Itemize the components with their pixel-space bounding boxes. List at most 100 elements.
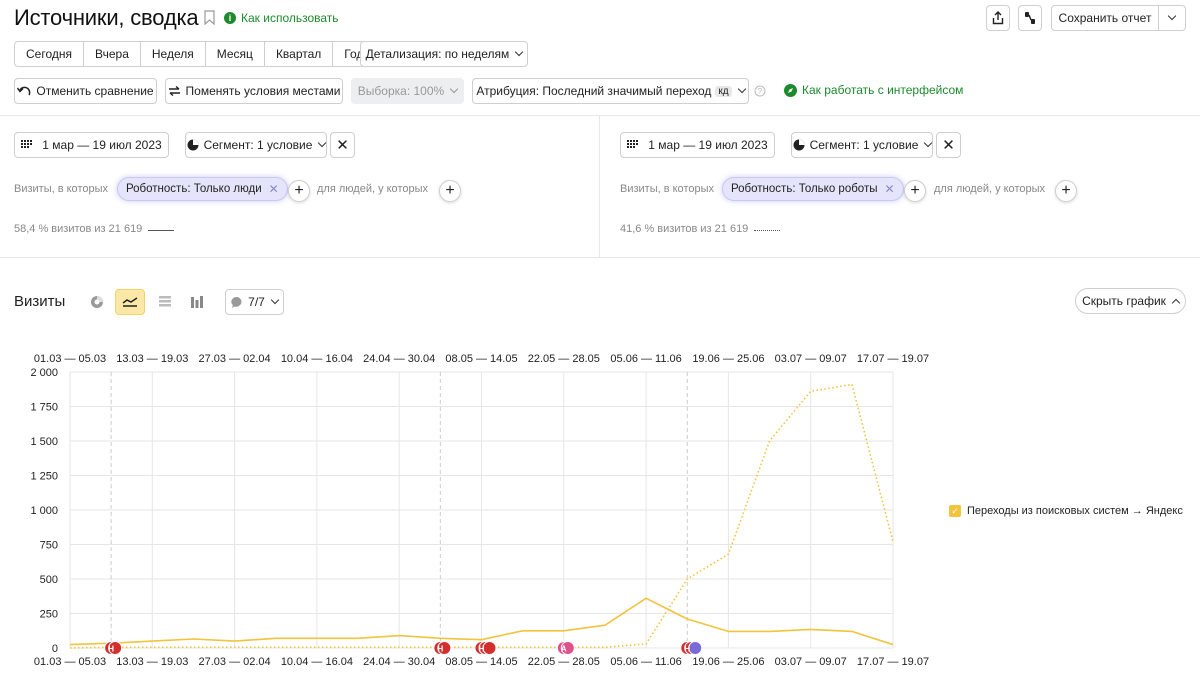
people-where-label: для людей, у которых [317,183,428,195]
plus-icon: + [294,182,304,199]
segment-divider [599,116,600,258]
people-where-label: для людей, у которых [934,183,1045,195]
plus-icon: + [445,182,455,199]
event-badge-label: Н [684,645,690,654]
api-icon [1025,12,1035,24]
interface-help-label: Как работать с интерфейсом [802,83,964,97]
divider [0,115,1200,116]
segment-label: Сегмент: 1 условие [203,138,313,152]
save-report-button[interactable]: Сохранить отчет [1051,5,1159,31]
chevron-down-icon [737,84,746,94]
share-button[interactable] [986,5,1010,31]
period-yesterday[interactable]: Вчера [84,42,141,66]
add-visit-condition-button[interactable]: + [904,180,926,202]
y-tick-label: 0 [52,643,58,655]
cancel-compare-button[interactable]: Отменить сравнение [14,78,157,104]
segment1-clear-button[interactable]: ✕ [330,132,355,158]
segment1-select[interactable]: Сегмент: 1 условие [185,132,327,158]
chip-label: Роботность: Только люди [126,183,262,195]
period-week[interactable]: Неделя [141,42,206,66]
segment1-date-range[interactable]: 1 мар — 19 июл 2023 [14,132,169,158]
swap-conditions-label: Поменять условия местами [185,84,341,98]
x-tick-label-top: 05.06 — 11.06 [610,353,681,365]
cancel-compare-label: Отменить сравнение [36,84,154,98]
x-tick-label-bottom: 05.06 — 11.06 [610,656,681,668]
chevron-down-icon [924,138,933,148]
divider [0,257,1200,258]
calendar-icon [627,139,639,148]
how-to-use-link[interactable]: i Как использовать [224,11,339,25]
stacked-chart-button[interactable] [151,289,179,315]
how-to-use-label: Как использовать [241,11,339,25]
bookmark-icon[interactable] [204,10,215,25]
chip-label: Роботность: Только роботы [731,183,878,195]
segment1-condition-chip[interactable]: Роботность: Только люди ✕ [117,177,288,201]
bar-chart-icon [191,296,203,308]
pie-icon [187,139,199,151]
x-tick-label-top: 01.03 — 05.03 [34,353,106,365]
segment1-stat: 58,4 % визитов из 21 619 [14,223,143,235]
chart-legend: ✓ Переходы из поисковых систем → Яндекс [949,505,1183,517]
series-selector-label: 7/7 [248,295,265,309]
x-tick-label-bottom: 10.04 — 16.04 [281,656,353,668]
segment2-date-range[interactable]: 1 мар — 19 июл 2023 [620,132,775,158]
detail-select[interactable]: Детализация: по неделям [360,41,528,67]
visits-where-label: Визиты, в которых [620,183,714,195]
x-tick-label-top: 22.05 — 28.05 [528,353,600,365]
interface-help-link[interactable]: Как работать с интерфейсом [784,83,963,97]
sample-select[interactable]: Выборка: 100% [351,78,464,104]
x-tick-label-bottom: 13.03 — 19.03 [116,656,188,668]
segment2-select[interactable]: Сегмент: 1 условие [791,132,933,158]
add-people-condition-button[interactable]: + [1055,180,1077,202]
x-tick-label-bottom: 17.07 — 19.07 [857,656,929,668]
event-badge-label: Н [479,645,485,654]
checkbox-checked-icon[interactable]: ✓ [949,505,961,517]
y-tick-label: 1 500 [30,436,58,448]
y-tick-label: 750 [40,540,58,552]
pie-chart-button[interactable] [83,289,111,315]
add-people-condition-button[interactable]: + [439,180,461,202]
y-tick-label: 1 250 [30,471,58,483]
event-badge-label: Н [108,645,114,654]
plus-icon: + [1061,182,1071,199]
attribution-select[interactable]: Атрибуция: Последний значимый переход кд [472,78,749,104]
date-range-label: 1 мар — 19 июл 2023 [648,138,768,152]
swap-conditions-button[interactable]: Поменять условия местами [165,78,343,104]
dotted-line-icon [754,230,780,231]
period-quarter[interactable]: Квартал [265,42,334,66]
info-icon: i [224,12,236,24]
y-tick-label: 1 750 [30,402,58,414]
hide-chart-button[interactable]: Скрыть график [1075,288,1186,314]
api-button[interactable] [1018,5,1042,31]
x-tick-label-bottom: 08.05 — 14.05 [445,656,517,668]
save-report-menu-button[interactable] [1158,5,1186,31]
x-tick-label-bottom: 03.07 — 09.07 [775,656,847,668]
x-tick-label-top: 19.06 — 25.06 [692,353,764,365]
comment-icon [231,296,242,308]
x-tick-label-top: 08.05 — 14.05 [445,353,517,365]
period-month[interactable]: Месяц [206,42,265,66]
detail-select-label: Детализация: по неделям [365,47,510,61]
hide-chart-label: Скрыть график [1082,294,1166,308]
event-badge [688,641,703,655]
close-icon[interactable]: ✕ [269,182,279,196]
chevron-down-icon [318,138,327,148]
segment2-condition-chip[interactable]: Роботность: Только роботы ✕ [722,177,904,201]
attribution-badge: кд [715,85,732,97]
bar-chart-button[interactable] [183,289,211,315]
x-tick-label-top: 13.03 — 19.03 [116,353,188,365]
plus-icon: + [910,182,920,199]
x-tick-label-top: 24.04 — 30.04 [363,353,435,365]
period-today[interactable]: Сегодня [15,42,84,66]
x-tick-label-top: 03.07 — 09.07 [775,353,847,365]
series-selector[interactable]: 7/7 [225,289,284,315]
x-tick-label-bottom: 19.06 — 25.06 [692,656,764,668]
undo-icon [17,86,31,96]
close-icon[interactable]: ✕ [884,182,894,196]
x-tick-label-top: 17.07 — 19.07 [857,353,929,365]
line-chart-button[interactable] [115,289,145,315]
segment2-clear-button[interactable]: ✕ [936,132,961,158]
y-tick-label: 1 000 [30,505,58,517]
add-visit-condition-button[interactable]: + [288,180,310,202]
help-icon[interactable]: ? [754,85,766,97]
